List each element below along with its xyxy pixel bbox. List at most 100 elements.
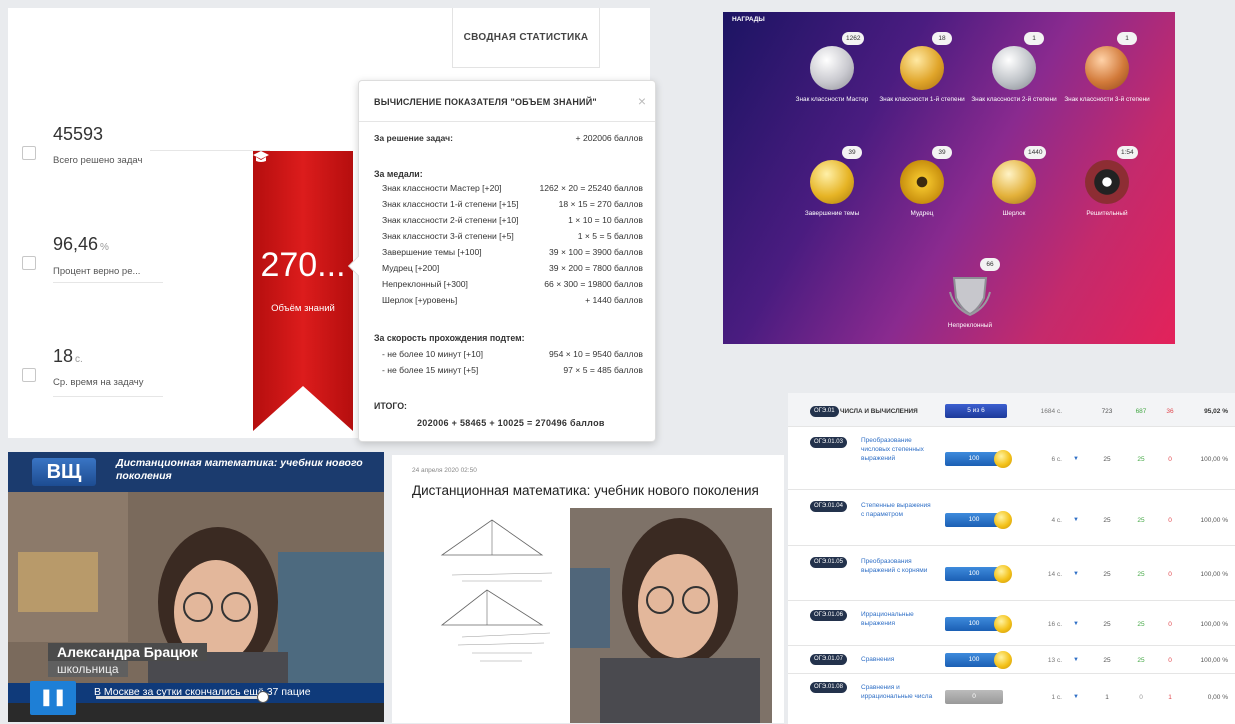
silver-master-medal-icon	[810, 46, 854, 90]
table-row[interactable]: ОГЭ.01.04 Степенные выражения с параметр…	[788, 491, 1235, 546]
topic-code-badge: ОГЭ.01.05	[810, 557, 847, 568]
topic-name[interactable]: Сравнения и иррациональные числа	[861, 683, 933, 701]
table-row[interactable]: ОГЭ.01.06 Иррациональные выражения 100 1…	[788, 602, 1235, 646]
gold-medal-icon	[900, 46, 944, 90]
chevron-down-icon[interactable]: ▼	[1073, 456, 1079, 462]
total-value: 202006 + 58465 + 10025 = 270496 баллов	[417, 418, 605, 428]
lightning-medal-icon	[994, 651, 1012, 669]
award-count-badge: 18	[932, 32, 952, 45]
table-row[interactable]: ОГЭ.01.07 Сравнения 100 13 с. ▼ 25 25 0 …	[788, 647, 1235, 674]
statistics-panel: СВОДНАЯ СТАТИСТИКА 45593 Всего решено за…	[8, 8, 656, 442]
lightning-medal-icon	[994, 615, 1012, 633]
seek-handle[interactable]	[257, 691, 269, 703]
awards-title: НАГРАДЫ	[732, 16, 765, 23]
topic-wrong: 36	[1166, 408, 1174, 415]
chevron-down-icon[interactable]: ▼	[1073, 621, 1079, 627]
geometry-sketch-image	[440, 519, 553, 662]
unyielding-shield-icon	[949, 277, 991, 316]
topic-name[interactable]: Сравнения	[861, 655, 933, 664]
tasks-row: За решение задач: + 202006 баллов	[374, 133, 643, 145]
topic-name[interactable]: Преобразования выражений с корнями	[861, 557, 933, 575]
table-row[interactable]: ОГЭ.01.05 Преобразования выражений с кор…	[788, 547, 1235, 601]
channel-logo: ВЩ	[32, 458, 96, 486]
news-headline: Дистанционная математика: учебник нового…	[116, 457, 363, 482]
topic-code-badge: ОГЭ.01.07	[810, 654, 847, 665]
topic-count: 25	[1103, 456, 1111, 463]
medal-row: Непреклонный [+300] 66 × 300 = 19800 балл…	[382, 279, 643, 289]
award-count-badge: 1440	[1024, 146, 1047, 159]
stat-value: 96,46%	[53, 234, 109, 254]
topic-percent: 95,02 %	[1204, 408, 1228, 415]
medal-row: Шерлок [+уровень] + 1440 баллов	[382, 295, 643, 305]
topic-wrong: 0	[1168, 456, 1172, 463]
award-count-badge: 1	[1117, 32, 1137, 45]
medal-row: Мудрец [+200] 39 × 200 = 7800 баллов	[382, 263, 643, 273]
topic-wrong: 0	[1168, 571, 1172, 578]
topic-wrong: 1	[1168, 694, 1172, 701]
topic-percent: 100,00 %	[1200, 657, 1228, 664]
topic-complete-medal-icon	[810, 160, 854, 204]
award-count-badge: 1	[1024, 32, 1044, 45]
topic-name[interactable]: Преобразование числовых степенных выраже…	[861, 436, 933, 463]
chevron-down-icon[interactable]: ▼	[1073, 694, 1079, 700]
speed-row: - не более 10 минут [+10] 954 × 10 = 9540…	[382, 349, 643, 359]
knowledge-volume-ribbon[interactable]: 270... Объём знаний	[253, 151, 363, 431]
close-icon[interactable]: ×	[638, 93, 646, 109]
topic-count: 25	[1103, 621, 1111, 628]
article-video-photo[interactable]	[570, 508, 772, 723]
sage-medal-icon	[900, 160, 944, 204]
award-name: Знак классности 2-й степени	[971, 96, 1057, 103]
article-title[interactable]: Дистанционная математика: учебник нового…	[412, 483, 759, 498]
topic-count: 25	[1103, 517, 1111, 524]
pause-icon[interactable]: ❚❚	[30, 681, 76, 715]
award-name: Непреклонный	[947, 322, 993, 329]
award-count-badge: 1:54	[1117, 146, 1138, 159]
medal-row: Знак классности 3-й степени [+5] 1 × 5 = …	[382, 231, 643, 241]
topic-correct: 25	[1137, 456, 1145, 463]
topic-code-badge: ОГЭ.01.06	[810, 610, 847, 621]
bronze-medal-icon	[1085, 46, 1129, 90]
student-photo-image	[570, 508, 772, 723]
flag-icon	[22, 368, 36, 382]
topic-name[interactable]: Степенные выражения с параметром	[861, 501, 933, 519]
summary-statistics-tab[interactable]: СВОДНАЯ СТАТИСТИКА	[452, 8, 600, 68]
graduation-cap-icon	[253, 151, 269, 162]
award-name: Шерлок	[1002, 210, 1026, 217]
medals-section-header: За медали:	[374, 169, 423, 179]
award-name: Знак классности 3-й степени	[1064, 96, 1150, 103]
medal-row: Завершение темы [+100] 39 × 100 = 3900 ба…	[382, 247, 643, 257]
topic-percent: 100,00 %	[1200, 517, 1228, 524]
award-name: Решительный	[1086, 210, 1128, 217]
topic-name: ЧИСЛА И ВЫЧИСЛЕНИЯ	[840, 408, 918, 415]
chevron-down-icon[interactable]: ▼	[1073, 571, 1079, 577]
table-row[interactable]: ОГЭ.01.08 Сравнения и иррациональные чис…	[788, 675, 1235, 724]
total-header: ИТОГО:	[374, 401, 407, 411]
sherlock-medal-icon	[992, 160, 1036, 204]
topic-wrong: 0	[1168, 621, 1172, 628]
topic-correct: 25	[1137, 571, 1145, 578]
stat-value: 18 с.	[53, 346, 83, 366]
award-count-badge: 1262	[842, 32, 865, 45]
speed-section-header: За скорость прохождения подтем:	[374, 333, 525, 343]
topic-name[interactable]: Иррациональные выражения	[861, 610, 933, 628]
topic-code-badge: ОГЭ.01.04	[810, 501, 847, 512]
stat-caption: Всего решено задач	[53, 155, 143, 166]
chevron-down-icon[interactable]: ▼	[1073, 517, 1079, 523]
topic-code-badge: ОГЭ.01.03	[810, 437, 847, 448]
popup-title: ВЫЧИСЛЕНИЕ ПОКАЗАТЕЛЯ "ОБЪЕМ ЗНАНИЙ"	[374, 97, 597, 107]
seek-bar[interactable]	[96, 696, 266, 699]
ribbon-shape	[253, 151, 353, 431]
topic-time: 13 с.	[1047, 657, 1062, 664]
article-panel: 24 апреля 2020 02:50 Дистанционная матем…	[392, 455, 784, 723]
topic-count: 1	[1105, 694, 1109, 701]
news-video-player[interactable]: ВЩ Дистанционная математика: учебник нов…	[8, 452, 384, 722]
silver-medal-icon	[992, 46, 1036, 90]
award-name: Завершение темы	[804, 210, 860, 217]
topic-percent: 100,00 %	[1200, 571, 1228, 578]
table-row[interactable]: ОГЭ.01.03 Преобразование числовых степен…	[788, 428, 1235, 490]
chevron-down-icon[interactable]: ▼	[1073, 657, 1079, 663]
table-header-row[interactable]: ОГЭ.01 ЧИСЛА И ВЫЧИСЛЕНИЯ 5 из 6 1684 с.…	[788, 393, 1235, 427]
decisive-medal-icon	[1085, 160, 1129, 204]
row-value: + 202006 баллов	[575, 133, 643, 143]
divider	[53, 396, 163, 397]
